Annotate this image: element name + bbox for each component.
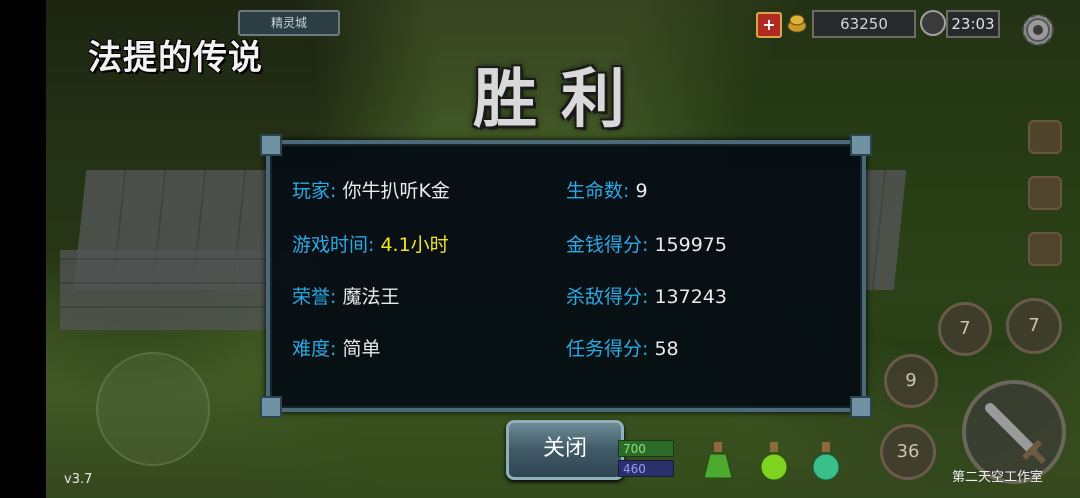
- stat-player-value: 你牛扒听K金: [342, 180, 450, 202]
- game-title: 法提的传说: [88, 38, 263, 78]
- stat-honor: 荣誉: 魔法王: [292, 282, 399, 309]
- stat-gold-score: 金钱得分: 159975: [566, 230, 727, 257]
- time-display: 23:03: [946, 10, 1000, 38]
- bag-icon[interactable]: [1028, 176, 1062, 210]
- close-button[interactable]: 关闭: [506, 420, 624, 480]
- stat-difficulty: 难度: 简单: [292, 334, 380, 361]
- coin-icon: [787, 14, 807, 33]
- stat-difficulty-value: 简单: [342, 338, 381, 360]
- version-label: v3.7: [64, 472, 93, 487]
- mp-bar: 460: [618, 460, 674, 477]
- left-black-bar: [0, 0, 46, 498]
- gear-icon[interactable]: [1018, 10, 1058, 50]
- virtual-joystick[interactable]: [96, 352, 210, 466]
- hp-bar: 700: [618, 440, 674, 457]
- panel-corner: [850, 396, 872, 418]
- panel-corner: [260, 134, 282, 156]
- gold-counter: 63250: [812, 10, 916, 38]
- stat-honor-label: 荣誉:: [292, 286, 337, 308]
- stat-playtime-label: 游戏时间:: [292, 234, 375, 256]
- stat-quest-score-label: 任务得分:: [566, 338, 649, 360]
- stat-kill-score-label: 杀敌得分:: [566, 286, 649, 308]
- stat-kill-score-value: 137243: [654, 286, 727, 308]
- skill-slot-2[interactable]: 7: [1006, 298, 1062, 354]
- skill-slot-4[interactable]: 36: [880, 424, 936, 480]
- panel-corner: [260, 396, 282, 418]
- help-icon[interactable]: [1028, 120, 1062, 154]
- chest-icon[interactable]: [1028, 232, 1062, 266]
- potion-green-icon[interactable]: [702, 440, 734, 482]
- stat-kill-score: 杀敌得分: 137243: [566, 282, 727, 309]
- stat-gold-score-value: 159975: [654, 234, 727, 256]
- plus-icon[interactable]: +: [756, 12, 782, 38]
- studio-label: 第二天空工作室: [952, 470, 1044, 485]
- map-name-label: 精灵城: [238, 10, 340, 36]
- stat-honor-value: 魔法王: [342, 286, 400, 308]
- potion-teal-icon[interactable]: [810, 440, 842, 482]
- stat-playtime: 游戏时间: 4.1小时: [292, 230, 449, 257]
- stat-difficulty-label: 难度:: [292, 338, 337, 360]
- clock-icon: [920, 10, 946, 36]
- stat-lives: 生命数: 9: [566, 176, 648, 203]
- stat-player-label: 玩家:: [292, 180, 337, 202]
- victory-title: 胜利: [473, 62, 649, 137]
- hp-mp-bars: 700 460: [618, 438, 676, 478]
- skill-slot-1[interactable]: 7: [938, 302, 992, 356]
- potion-lime-icon[interactable]: [758, 440, 790, 482]
- stat-player: 玩家: 你牛扒听K金: [292, 176, 450, 203]
- stat-lives-label: 生命数:: [566, 180, 630, 202]
- stat-lives-value: 9: [635, 180, 648, 202]
- stat-quest-score: 任务得分: 58: [566, 334, 679, 361]
- stat-gold-score-label: 金钱得分:: [566, 234, 649, 256]
- stat-playtime-value: 4.1小时: [380, 234, 449, 256]
- skill-slot-3[interactable]: 9: [884, 354, 938, 408]
- results-panel: 玩家: 你牛扒听K金 游戏时间: 4.1小时 荣誉: 魔法王 难度: 简单 生命…: [260, 134, 872, 418]
- stat-quest-score-value: 58: [654, 338, 679, 360]
- panel-corner: [850, 134, 872, 156]
